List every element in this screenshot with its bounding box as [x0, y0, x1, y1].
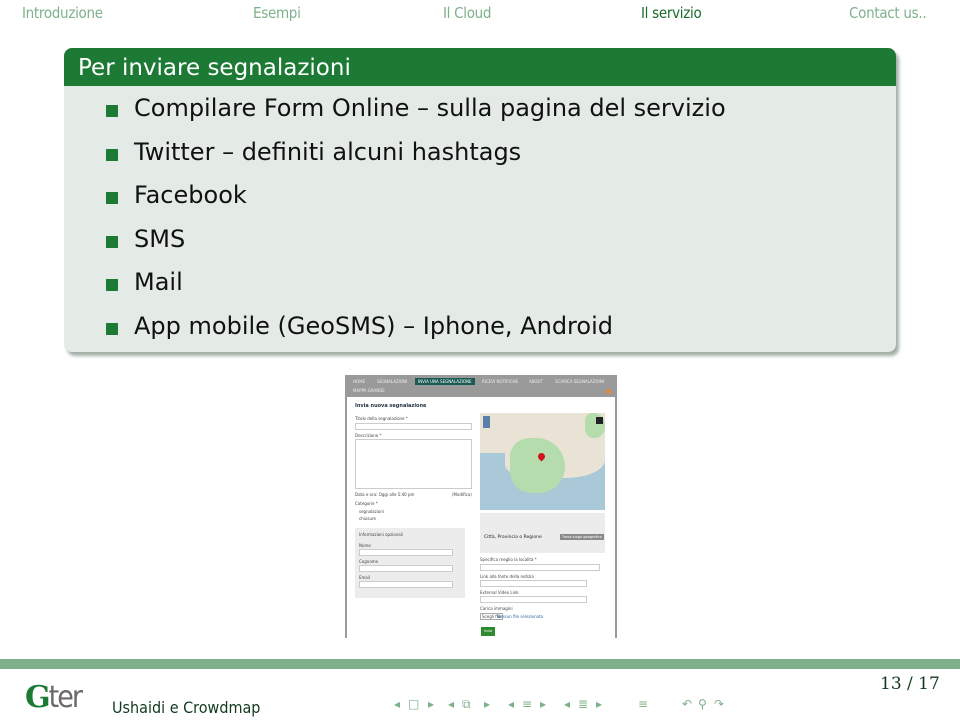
embedded-nav-invia: INVIA UNA SEGNALAZIONE [415, 378, 475, 385]
map-layers-icon [596, 417, 603, 424]
next-section-icon[interactable]: ▸ [540, 697, 546, 711]
embedded-form-title: Invia nuova segnalazione [355, 403, 427, 409]
forward-icon[interactable]: ↷ [714, 697, 724, 711]
list-item: Facebook [106, 183, 726, 227]
prev-subsection-icon[interactable]: ◂ [448, 697, 454, 711]
list-item: SMS [106, 227, 726, 271]
embedded-nav-home: HOME [353, 379, 366, 384]
prev-frame-icon[interactable]: ◂ [394, 697, 400, 711]
subsection-icon[interactable]: ⧉ [462, 697, 471, 712]
search-icon[interactable]: ⚲ [698, 697, 707, 711]
embedded-title-label: Titolo della segnalazione * [355, 416, 408, 421]
embedded-form-screenshot: HOME SEGNALAZIONI INVIA UNA SEGNALAZIONE… [345, 375, 617, 638]
embedded-category-2: chiusure [359, 516, 377, 521]
embedded-nav-about: ABOUT [529, 379, 543, 384]
embedded-nav-mappa: MAPPA GRANDE [353, 388, 385, 393]
nav-esempi[interactable]: Esempi [253, 4, 301, 22]
footer-title: Ushaidi e Crowdmap [112, 698, 261, 717]
list-item: Twitter – definiti alcuni hashtags [106, 140, 726, 184]
nav-contact-us[interactable]: Contact us.. [849, 4, 927, 22]
prev-doc-icon[interactable]: ◂ [564, 697, 570, 711]
next-doc-icon[interactable]: ▸ [596, 697, 602, 711]
map-park [510, 438, 565, 493]
section-icon[interactable]: ≡ [522, 697, 532, 711]
nav-introduzione[interactable]: Introduzione [22, 4, 103, 22]
list-item: App mobile (GeoSMS) – Iphone, Android [106, 314, 726, 353]
embedded-specify-input [480, 564, 600, 571]
embedded-email-input [359, 581, 453, 588]
list-item-text: App mobile (GeoSMS) – Iphone, Android [134, 311, 613, 340]
nav-il-cloud[interactable]: Il Cloud [443, 4, 491, 22]
content-block: Per inviare segnalazioni Compilare Form … [64, 48, 896, 352]
embedded-location-button: Trova luogo geografico [560, 534, 604, 540]
embedded-optional-panel: Informazioni opzionali Nome Cognome Emai… [355, 528, 465, 598]
embedded-category-label: Categorie * [355, 501, 378, 506]
embedded-upload-label: Carica immagini [480, 606, 513, 611]
nav-il-servizio[interactable]: Il servizio [641, 4, 702, 22]
footer-bar [0, 659, 960, 669]
next-subsection-icon[interactable]: ▸ [484, 697, 490, 711]
embedded-news-input [480, 580, 587, 587]
bullet-icon [106, 105, 118, 117]
embedded-specify-label: Specifica meglio la località * [480, 557, 537, 562]
bullet-icon [106, 192, 118, 204]
bullet-icon [106, 148, 118, 161]
toc-icon[interactable]: ≡ [638, 697, 648, 711]
bullet-icon [106, 322, 118, 335]
list-item-text: Mail [134, 268, 183, 296]
embedded-location-label: Città, Provincia o Regione [484, 535, 542, 540]
doc-icon[interactable]: ≣ [578, 697, 588, 711]
list-item-text: SMS [134, 224, 186, 253]
block-title: Per inviare segnalazioni [64, 48, 896, 86]
back-icon[interactable]: ↶ [682, 697, 692, 711]
embedded-title-input [355, 423, 472, 430]
next-frame-icon[interactable]: ▸ [428, 697, 434, 711]
embedded-nav-bar: HOME SEGNALAZIONI INVIA UNA SEGNALAZIONE… [347, 375, 615, 397]
prev-section-icon[interactable]: ◂ [508, 697, 514, 711]
embedded-date-modify: (Modifica) [452, 492, 472, 497]
logo-text: ter [48, 680, 83, 715]
embedded-video-input [480, 596, 587, 603]
top-navigation: Introduzione Esempi Il Cloud Il servizio… [0, 0, 960, 26]
embedded-submit-button: Invia [481, 627, 495, 636]
embedded-optional-label: Informazioni opzionali [359, 532, 403, 537]
embedded-nav-segnalazioni: SEGNALAZIONI [377, 379, 408, 384]
embedded-map-toolbar: Città, Provincia o Regione Trova luogo g… [480, 513, 605, 553]
gter-logo: Gter [25, 680, 83, 715]
embedded-news-label: Link alla fonte della notizia [480, 574, 534, 579]
embedded-date-label: Data e ora: Oggi alle 5:40 pm [355, 492, 415, 497]
logo-g: G [25, 680, 51, 715]
map-zoom-control [483, 416, 490, 428]
embedded-upload-status: Nessun file selezionato [497, 614, 544, 619]
embedded-nav-scarica: SCARICA SEGNALAZIONI [555, 379, 605, 384]
bullet-icon [106, 235, 118, 248]
list-item: Mail [106, 270, 726, 314]
bullet-icon [106, 279, 118, 291]
embedded-video-label: External Video Link [480, 590, 519, 595]
embedded-surname-input [359, 565, 453, 572]
embedded-nav-ricevi: RICEVI NOTIFICHE [482, 379, 519, 384]
list-item-text: Compilare Form Online – sulla pagina del… [134, 94, 726, 122]
frame-icon[interactable]: □ [408, 697, 419, 711]
embedded-name-input [359, 549, 453, 556]
embedded-surname-label: Cognome [359, 559, 379, 564]
embedded-name-label: Nome [359, 543, 371, 548]
rss-icon [606, 389, 611, 394]
bullet-list: Compilare Form Online – sulla pagina del… [106, 96, 726, 352]
embedded-category-1: segnalazioni [359, 509, 384, 514]
page-number: 13 / 17 [880, 674, 940, 694]
list-item-text: Twitter – definiti alcuni hashtags [134, 137, 522, 166]
embedded-map [480, 413, 605, 510]
list-item: Compilare Form Online – sulla pagina del… [106, 96, 726, 140]
embedded-description-label: Descrizione * [355, 433, 382, 438]
embedded-email-label: Email [359, 575, 371, 580]
list-item-text: Facebook [134, 181, 247, 209]
embedded-description-input [355, 439, 472, 489]
